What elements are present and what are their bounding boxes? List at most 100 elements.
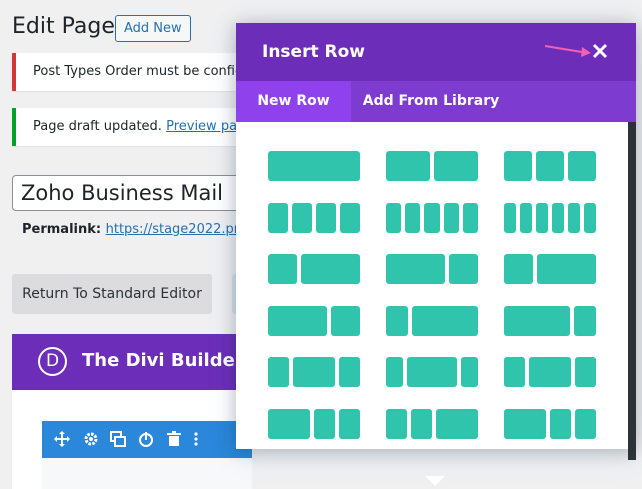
layout-column bbox=[536, 151, 564, 181]
add-new-button[interactable]: Add New bbox=[115, 15, 191, 42]
more-options-icon[interactable] bbox=[188, 431, 204, 447]
row-layout-option[interactable] bbox=[386, 203, 478, 233]
permalink-label: Permalink: bbox=[22, 222, 106, 237]
layout-column bbox=[550, 409, 571, 439]
layout-column bbox=[340, 203, 360, 233]
delete-icon[interactable] bbox=[166, 431, 182, 447]
layout-column bbox=[330, 306, 360, 336]
layout-column bbox=[268, 203, 288, 233]
layout-column bbox=[504, 357, 525, 387]
layout-column bbox=[386, 357, 403, 387]
modal-header: Insert Row bbox=[236, 23, 636, 81]
tab-add-from-library[interactable]: Add From Library bbox=[351, 81, 511, 122]
close-icon[interactable] bbox=[590, 41, 610, 61]
row-toolbar bbox=[42, 421, 252, 458]
divi-logo-icon: D bbox=[38, 347, 67, 376]
layout-column bbox=[268, 254, 298, 284]
row-layout-option[interactable] bbox=[268, 151, 360, 181]
layout-column bbox=[386, 203, 402, 233]
layout-column bbox=[268, 409, 310, 439]
layout-column bbox=[584, 203, 596, 233]
layout-column bbox=[436, 409, 478, 439]
row-layout-option[interactable] bbox=[504, 151, 596, 181]
modal-pointer-tip bbox=[425, 476, 445, 486]
layout-column bbox=[461, 357, 478, 387]
row-layout-option[interactable] bbox=[268, 306, 360, 336]
row-layout-grid bbox=[236, 122, 632, 449]
duplicate-icon[interactable] bbox=[110, 431, 126, 447]
modal-scrollbar[interactable] bbox=[628, 122, 636, 460]
row-layout-option[interactable] bbox=[386, 306, 478, 336]
row-layout-option[interactable] bbox=[268, 409, 360, 439]
success-notice-text: Page draft updated. bbox=[33, 119, 167, 134]
layout-column bbox=[412, 306, 478, 336]
layout-column bbox=[568, 151, 596, 181]
layout-column bbox=[292, 203, 312, 233]
layout-column bbox=[536, 203, 548, 233]
layout-column bbox=[434, 151, 478, 181]
layout-column bbox=[339, 409, 360, 439]
layout-column bbox=[411, 409, 432, 439]
layout-column bbox=[504, 409, 546, 439]
error-notice: Post Types Order must be configure bbox=[12, 53, 252, 91]
row-layout-option[interactable] bbox=[386, 409, 478, 439]
layout-column bbox=[314, 409, 335, 439]
row-layout-option[interactable] bbox=[268, 254, 360, 284]
layout-column bbox=[316, 203, 336, 233]
row-layout-option[interactable] bbox=[504, 254, 596, 284]
success-notice: Page draft updated. Preview page bbox=[12, 108, 252, 146]
modal-title: Insert Row bbox=[262, 42, 365, 62]
row-layout-option[interactable] bbox=[504, 357, 596, 387]
layout-column bbox=[405, 203, 421, 233]
row-layout-option[interactable] bbox=[504, 409, 596, 439]
layout-column bbox=[424, 203, 440, 233]
row-content-area[interactable] bbox=[42, 458, 252, 489]
layout-column bbox=[504, 254, 534, 284]
divi-builder-header: D The Divi Builder bbox=[12, 334, 252, 390]
pink-arrow-icon bbox=[544, 45, 591, 57]
row-layout-option[interactable] bbox=[268, 203, 360, 233]
layout-column bbox=[520, 203, 532, 233]
page-title-input[interactable]: Zoho Business Mail bbox=[12, 175, 252, 211]
row-layout-option[interactable] bbox=[504, 203, 596, 233]
layout-column bbox=[537, 254, 596, 284]
row-layout-option[interactable] bbox=[386, 254, 478, 284]
row-layout-option[interactable] bbox=[386, 151, 478, 181]
tab-new-row[interactable]: New Row bbox=[236, 81, 351, 122]
row-layout-option[interactable] bbox=[268, 357, 360, 387]
layout-column bbox=[504, 151, 532, 181]
layout-column bbox=[386, 409, 407, 439]
modal-tabs: New Row Add From Library bbox=[236, 81, 636, 122]
return-to-standard-editor-button[interactable]: Return To Standard Editor bbox=[12, 274, 212, 314]
layout-column bbox=[339, 357, 360, 387]
move-icon[interactable] bbox=[54, 431, 70, 447]
layout-column bbox=[462, 203, 478, 233]
layout-column bbox=[443, 203, 459, 233]
layout-column bbox=[529, 357, 571, 387]
layout-column bbox=[504, 306, 570, 336]
layout-column bbox=[293, 357, 335, 387]
layout-column bbox=[268, 357, 289, 387]
error-notice-text: Post Types Order must be configure bbox=[33, 64, 252, 79]
row-layout-option[interactable] bbox=[386, 357, 478, 387]
layout-column bbox=[448, 254, 478, 284]
layout-column bbox=[574, 306, 596, 336]
layout-column bbox=[575, 409, 596, 439]
layout-column bbox=[406, 357, 458, 387]
layout-column bbox=[575, 357, 596, 387]
layout-column bbox=[268, 151, 360, 181]
insert-row-modal: Insert Row New Row Add From Library bbox=[236, 23, 636, 449]
layout-column bbox=[552, 203, 564, 233]
layout-column bbox=[386, 254, 445, 284]
layout-column bbox=[568, 203, 580, 233]
layout-column bbox=[268, 306, 327, 336]
settings-gear-icon[interactable] bbox=[83, 431, 99, 447]
layout-column bbox=[386, 306, 408, 336]
save-to-library-icon[interactable] bbox=[138, 431, 154, 447]
page-title: Edit Page bbox=[12, 14, 115, 39]
divi-builder-title: The Divi Builder bbox=[82, 350, 244, 371]
layout-column bbox=[301, 254, 360, 284]
layout-column bbox=[504, 203, 516, 233]
row-layout-option[interactable] bbox=[504, 306, 596, 336]
layout-column bbox=[386, 151, 430, 181]
